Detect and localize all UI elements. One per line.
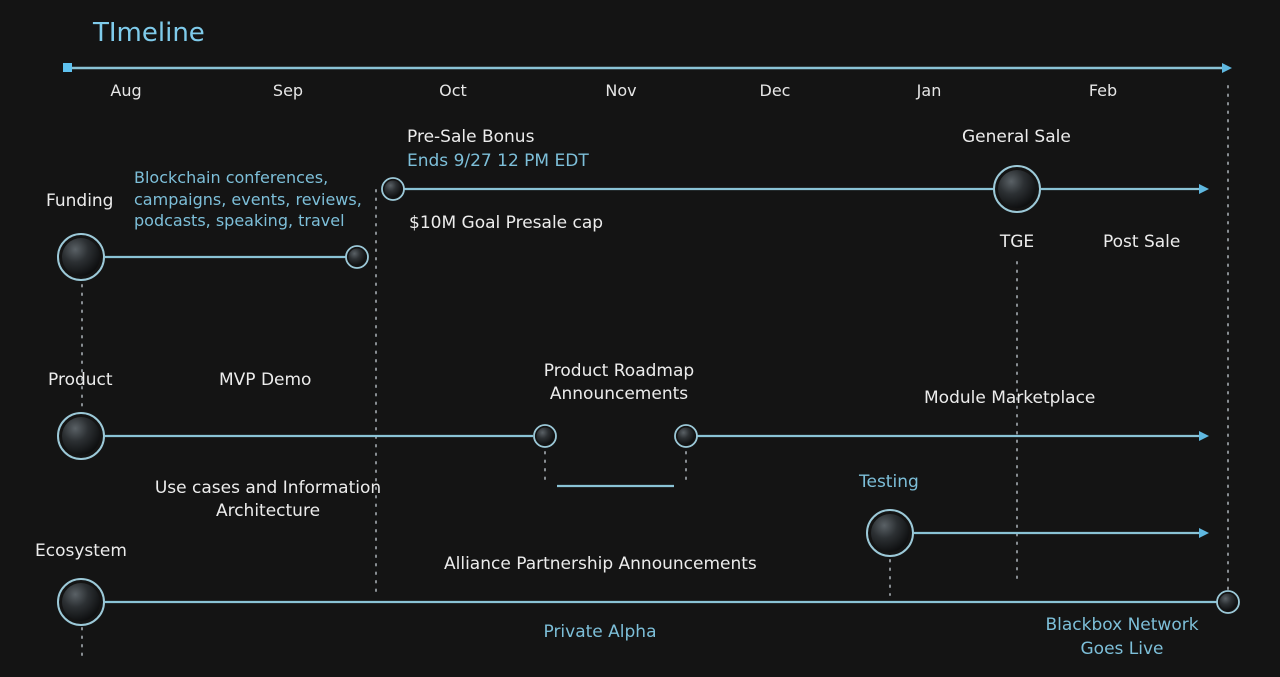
general-sale-label: General Sale bbox=[962, 127, 1071, 147]
roadmap-label: Product Roadmap Announcements bbox=[543, 361, 695, 404]
page-title: TImeline bbox=[93, 18, 205, 48]
testing-arrow-icon bbox=[1199, 528, 1209, 538]
month-label: Feb bbox=[1088, 81, 1118, 100]
module-marketplace-arrow-icon bbox=[1199, 431, 1209, 441]
month-label: Nov bbox=[605, 81, 637, 100]
axis-start-marker bbox=[63, 63, 72, 72]
mvp-demo-label: MVP Demo bbox=[219, 370, 312, 390]
product-node[interactable] bbox=[57, 412, 105, 460]
private-alpha-label: Private Alpha bbox=[543, 622, 657, 642]
use-cases-label: Use cases and Information Architecture bbox=[154, 478, 382, 521]
presale-title: Pre-Sale Bonus bbox=[407, 127, 535, 147]
timeline-diagram bbox=[57, 63, 1240, 661]
tge-label: TGE bbox=[999, 232, 1035, 252]
month-label: Jan bbox=[916, 81, 942, 100]
testing-node[interactable] bbox=[866, 509, 914, 557]
general-sale-node[interactable] bbox=[993, 165, 1041, 213]
post-sale-arrow-icon bbox=[1199, 184, 1209, 194]
axis-arrow-icon bbox=[1222, 63, 1232, 73]
month-label: Oct bbox=[439, 81, 467, 100]
funding-node[interactable] bbox=[57, 233, 105, 281]
month-label: Aug bbox=[110, 81, 142, 100]
alliance-label: Alliance Partnership Announcements bbox=[444, 554, 757, 574]
month-label: Dec bbox=[759, 81, 791, 100]
post-sale-label: Post Sale bbox=[1103, 232, 1181, 252]
module-marketplace-label: Module Marketplace bbox=[924, 388, 1096, 408]
presale-node[interactable] bbox=[381, 177, 405, 201]
month-axis bbox=[63, 63, 1232, 73]
track-label-product: Product bbox=[48, 370, 113, 390]
roadmap-start-node[interactable] bbox=[533, 424, 557, 448]
testing-label: Testing bbox=[859, 472, 919, 492]
roadmap-end-node[interactable] bbox=[674, 424, 698, 448]
arrowheads bbox=[1199, 184, 1209, 538]
network-live-node[interactable] bbox=[1216, 590, 1240, 614]
track-label-funding: Funding bbox=[46, 191, 114, 211]
network-live-label: Blackbox Network Goes Live bbox=[1045, 615, 1199, 659]
track-label-ecosystem: Ecosystem bbox=[35, 541, 127, 561]
presale-ends: Ends 9/27 12 PM EDT bbox=[407, 151, 589, 171]
marketing-note: Blockchain conferences, campaigns, event… bbox=[134, 168, 362, 230]
presale-goal: $10M Goal Presale cap bbox=[409, 213, 604, 233]
ecosystem-node[interactable] bbox=[57, 578, 105, 626]
marketing-end-node[interactable] bbox=[345, 245, 369, 269]
month-label: Sep bbox=[272, 81, 304, 100]
